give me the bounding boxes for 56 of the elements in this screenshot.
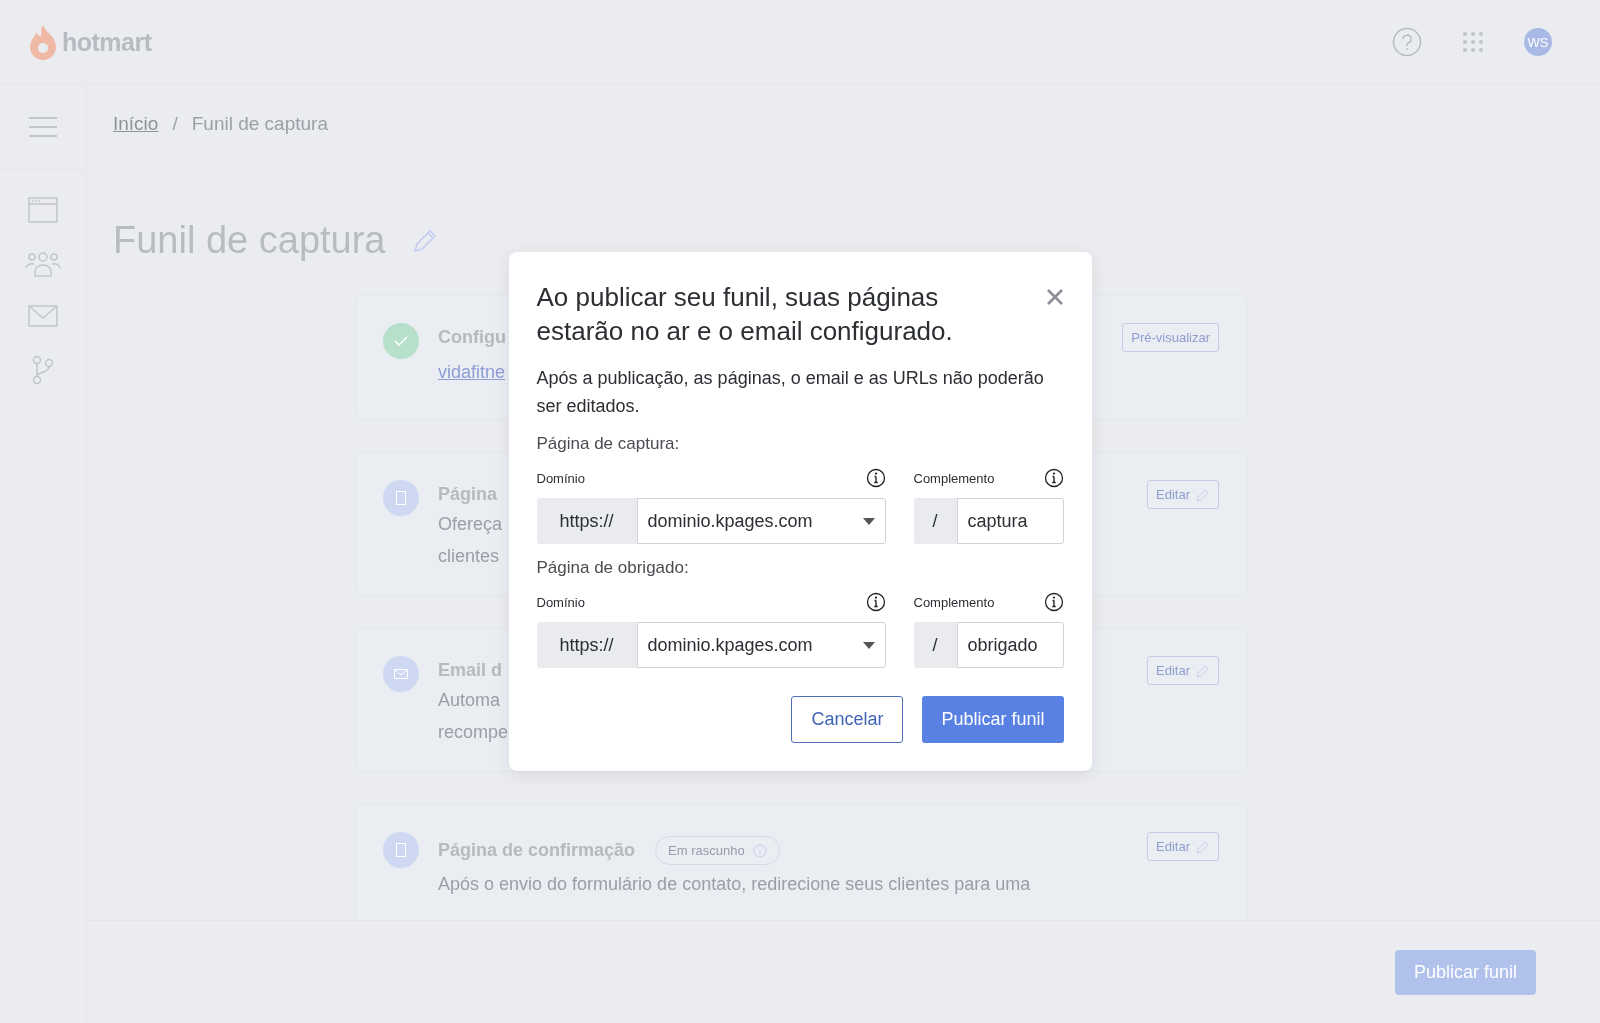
- pencil-icon: [1196, 839, 1210, 854]
- apps-grid-icon[interactable]: [1462, 31, 1484, 53]
- branch-icon[interactable]: [31, 355, 55, 385]
- info-icon[interactable]: [1043, 592, 1064, 612]
- pencil-icon: [1196, 487, 1210, 502]
- field-label: Domínio: [536, 470, 585, 486]
- card-description: recompe: [438, 721, 509, 744]
- card-description: Após o envio do formulário de contato, redirecione seus clientes para uma: [438, 873, 1031, 896]
- site-link[interactable]: vidafitne: [438, 362, 506, 383]
- path-input[interactable]: obrigado: [956, 622, 1064, 668]
- mail-circle-icon: [383, 656, 419, 692]
- dialog-title: Ao publicar seu funil, suas páginas estarão no ar e o email configurado.: [536, 281, 954, 348]
- card-action-button[interactable]: Editar: [1147, 832, 1219, 861]
- field-label: Domínio: [536, 594, 585, 610]
- document-circle-icon: [383, 832, 419, 868]
- card-action-button[interactable]: Pré-visualizar: [1122, 323, 1219, 352]
- dialog-description: Após a publicação, as páginas, o email e as URLs não poderão ser editados.: [536, 367, 1045, 418]
- section-label: Página de captura:: [536, 434, 681, 454]
- domain-select[interactable]: dominio.kpages.com: [636, 622, 886, 668]
- pencil-icon: [1196, 663, 1210, 678]
- domain-select[interactable]: dominio.kpages.com: [636, 498, 886, 544]
- people-group-icon[interactable]: [25, 251, 61, 277]
- info-icon[interactable]: [1043, 468, 1064, 488]
- card-action-button[interactable]: Editar: [1147, 480, 1219, 509]
- document-circle-icon: [383, 480, 419, 516]
- menu-icon[interactable]: [28, 116, 58, 138]
- section-label: Página de obrigado:: [536, 558, 690, 578]
- path-prefix: /: [913, 622, 957, 668]
- info-icon[interactable]: [865, 592, 886, 612]
- caret-icon: [862, 517, 875, 525]
- path-input[interactable]: captura: [956, 498, 1064, 544]
- close-icon[interactable]: [1045, 288, 1064, 306]
- publish-funnel-button[interactable]: Publicar funil: [922, 696, 1064, 743]
- pencil-icon[interactable]: [411, 227, 438, 254]
- info-icon[interactable]: [865, 468, 886, 488]
- user-avatar[interactable]: WS: [1524, 28, 1552, 56]
- help-icon[interactable]: [1392, 27, 1422, 57]
- protocol-prefix: https://: [536, 498, 637, 544]
- badge-label: Em rascunho: [668, 843, 745, 858]
- check-circle-icon: [383, 323, 419, 359]
- field-label: Complemento: [913, 594, 995, 610]
- card-description: Ofereça: [438, 513, 503, 536]
- flame-logo-icon: [28, 24, 58, 60]
- breadcrumb-separator: /: [172, 113, 178, 135]
- card-description: clientes: [438, 545, 500, 568]
- cancel-button[interactable]: Cancelar: [791, 696, 904, 743]
- breadcrumb-link[interactable]: Início: [113, 113, 159, 135]
- caret-icon: [862, 641, 875, 649]
- mail-icon[interactable]: [28, 305, 58, 327]
- card-description: Automa: [438, 689, 501, 712]
- card-action-button[interactable]: Editar: [1147, 656, 1219, 685]
- protocol-prefix: https://: [536, 622, 637, 668]
- path-prefix: /: [913, 498, 957, 544]
- current-page-label: Funil de captura: [191, 113, 328, 135]
- browser-window-icon[interactable]: [28, 197, 58, 223]
- field-label: Complemento: [913, 470, 995, 486]
